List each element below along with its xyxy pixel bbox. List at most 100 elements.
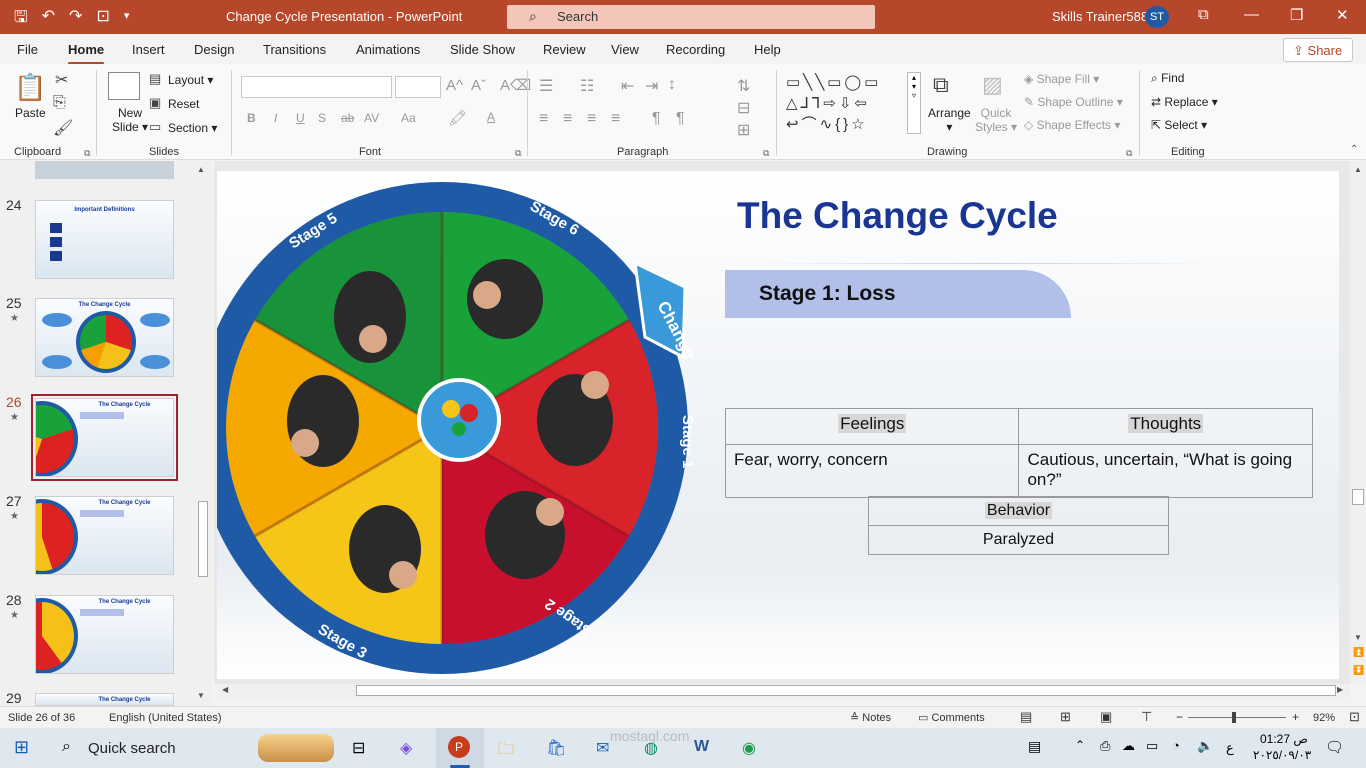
- redo-icon[interactable]: ↷: [69, 6, 82, 33]
- slideshow-view-icon[interactable]: ⊤: [1141, 709, 1152, 725]
- slide-sorter-icon[interactable]: ⊞: [1060, 709, 1071, 725]
- smartart-icon[interactable]: ⊞: [737, 120, 750, 140]
- notification-icon[interactable]: 🗨: [1325, 738, 1344, 756]
- slide-thumbnail-29[interactable]: The Change Cycle: [35, 693, 174, 706]
- speaker-icon[interactable]: 🔈: [1197, 738, 1213, 754]
- strikethrough-button[interactable]: ab: [341, 111, 354, 125]
- next-slide-icon[interactable]: ⏬: [1353, 665, 1364, 676]
- scroll-up-icon[interactable]: ▲: [197, 165, 205, 174]
- widget-icon[interactable]: ▤: [1028, 738, 1041, 755]
- comments-button[interactable]: ▭ Comments: [918, 711, 985, 724]
- slide-thumbnail-28[interactable]: The Change Cycle: [35, 595, 174, 674]
- align-left-icon[interactable]: ≡: [539, 110, 548, 128]
- paste-button[interactable]: Paste: [15, 106, 46, 120]
- find-button[interactable]: ⌕ Find: [1151, 71, 1184, 86]
- ltr-icon[interactable]: ¶: [652, 110, 661, 128]
- reset-button[interactable]: Reset: [168, 97, 199, 111]
- shape-effects-button[interactable]: ◇ Shape Effects ▾: [1024, 118, 1120, 132]
- file-explorer-icon[interactable]: 🗀: [498, 738, 514, 765]
- tab-recording[interactable]: Recording: [666, 42, 725, 57]
- store-icon[interactable]: 🛍: [546, 738, 566, 758]
- format-painter-icon[interactable]: 🖌: [53, 118, 73, 138]
- dialog-launcher-icon[interactable]: ⧉: [84, 148, 90, 159]
- highlight-icon[interactable]: 🖍: [448, 109, 467, 127]
- scroll-left-icon[interactable]: ◀: [222, 685, 228, 694]
- stage-banner[interactable]: Stage 1: Loss: [725, 270, 1071, 318]
- tab-help[interactable]: Help: [754, 42, 781, 57]
- wifi-icon[interactable]: ◔: [1172, 738, 1180, 753]
- shapes-gallery[interactable]: ▭╲╲▭◯▭ △⅃⅂⇨⇩⇦ ↩⌒∿{}☆: [786, 72, 906, 133]
- tab-home[interactable]: Home: [68, 42, 105, 65]
- tab-slide-show[interactable]: Slide Show: [450, 42, 515, 57]
- notes-button[interactable]: ≙ Notes: [850, 711, 891, 724]
- ribbon-display-icon[interactable]: ⧉: [1198, 6, 1209, 23]
- paste-icon[interactable]: 📋: [14, 72, 46, 103]
- dialog-launcher-icon[interactable]: ⧉: [515, 148, 521, 159]
- shadow-button[interactable]: S: [318, 111, 326, 125]
- task-view-icon[interactable]: ⊟: [352, 738, 365, 758]
- thumbnail-scrollbar[interactable]: ▲ ▼: [196, 163, 210, 703]
- slide-thumbnail-25[interactable]: The Change Cycle: [35, 298, 174, 377]
- italic-button[interactable]: I: [274, 111, 277, 125]
- scroll-down-icon[interactable]: ▼: [197, 691, 205, 700]
- present-icon[interactable]: ⊡: [96, 6, 109, 33]
- language-indicator[interactable]: English (United States): [109, 712, 222, 724]
- shape-fill-button[interactable]: ◈ Shape Fill ▾: [1024, 72, 1099, 86]
- scroll-thumb[interactable]: [356, 685, 1336, 696]
- underline-button[interactable]: U: [296, 111, 305, 125]
- save-icon[interactable]: 🖫: [14, 6, 28, 33]
- fit-slide-icon[interactable]: ⊡: [1349, 709, 1360, 725]
- text-direction-icon[interactable]: ⇅: [737, 76, 750, 96]
- change-case-button[interactable]: Aa: [401, 111, 416, 125]
- windows-start-icon[interactable]: ⊞: [14, 737, 29, 758]
- zoom-slider[interactable]: [1188, 717, 1286, 718]
- slide-canvas[interactable]: Change Stage 1 Stage 2 Stage 3 Stage 5 S…: [217, 171, 1339, 679]
- battery-icon[interactable]: ▭: [1146, 738, 1158, 754]
- replace-button[interactable]: ⇄ Replace ▾: [1151, 95, 1218, 109]
- dialog-launcher-icon[interactable]: ⧉: [763, 148, 769, 159]
- avatar[interactable]: ST: [1145, 6, 1169, 28]
- shape-outline-button[interactable]: ✎ Shape Outline ▾: [1024, 95, 1123, 109]
- slide-thumbnail-26[interactable]: The Change Cycle: [31, 394, 178, 481]
- align-right-icon[interactable]: ≡: [587, 110, 596, 128]
- clock-date[interactable]: ٢٠٢٥/٠٩/٠٣: [1253, 748, 1311, 762]
- cut-icon[interactable]: ✂: [55, 70, 68, 90]
- select-button[interactable]: ⇱ Select ▾: [1151, 118, 1207, 132]
- word-icon[interactable]: W: [694, 738, 709, 756]
- cloud-icon[interactable]: ☁: [1122, 738, 1135, 754]
- justify-icon[interactable]: ≡: [611, 110, 620, 128]
- copy-icon[interactable]: ⎘: [53, 94, 66, 112]
- copilot-icon[interactable]: ◈: [400, 738, 412, 758]
- share-button[interactable]: ⇪ Share: [1283, 38, 1353, 62]
- scroll-down-icon[interactable]: ▼: [1354, 633, 1362, 642]
- scroll-up-icon[interactable]: ▲: [1354, 165, 1362, 174]
- behavior-table[interactable]: Behavior Paralyzed: [868, 496, 1169, 555]
- scroll-right-icon[interactable]: ▶: [1337, 685, 1343, 694]
- zoom-in-icon[interactable]: +: [1292, 710, 1299, 724]
- rtl-icon[interactable]: ¶: [676, 110, 685, 128]
- increase-indent-icon[interactable]: ⇥: [645, 76, 658, 96]
- undo-icon[interactable]: ↶: [42, 6, 55, 33]
- section-button[interactable]: Section ▾: [168, 121, 217, 135]
- slide-thumbnail-27[interactable]: The Change Cycle: [35, 496, 174, 575]
- tab-file[interactable]: File: [17, 42, 38, 57]
- zoom-level[interactable]: 92%: [1313, 712, 1335, 724]
- tab-animations[interactable]: Animations: [356, 42, 420, 57]
- numbering-icon[interactable]: ☷: [580, 76, 594, 96]
- search-highlight-image[interactable]: [258, 734, 334, 762]
- arrange-button[interactable]: Arrange ▾: [928, 106, 971, 134]
- dialog-launcher-icon[interactable]: ⧉: [1126, 148, 1132, 159]
- clock-time[interactable]: 01:27 ص: [1260, 732, 1308, 746]
- bullets-icon[interactable]: ☰: [539, 76, 553, 96]
- tab-view[interactable]: View: [611, 42, 639, 57]
- new-slide-button[interactable]: New Slide ▾: [112, 106, 148, 134]
- normal-view-icon[interactable]: ▤: [1020, 709, 1032, 725]
- align-text-icon[interactable]: ⊟: [737, 98, 750, 118]
- decrease-indent-icon[interactable]: ⇤: [621, 76, 634, 96]
- reading-view-icon[interactable]: ▣: [1100, 709, 1112, 725]
- grow-font-icon[interactable]: A^: [446, 77, 463, 94]
- line-spacing-icon[interactable]: ↕: [668, 76, 676, 94]
- previous-slide-icon[interactable]: ⏫: [1353, 647, 1364, 658]
- font-name-combo[interactable]: [241, 76, 392, 98]
- feelings-thoughts-table[interactable]: Feelings Thoughts Fear, worry, concern C…: [724, 408, 1313, 498]
